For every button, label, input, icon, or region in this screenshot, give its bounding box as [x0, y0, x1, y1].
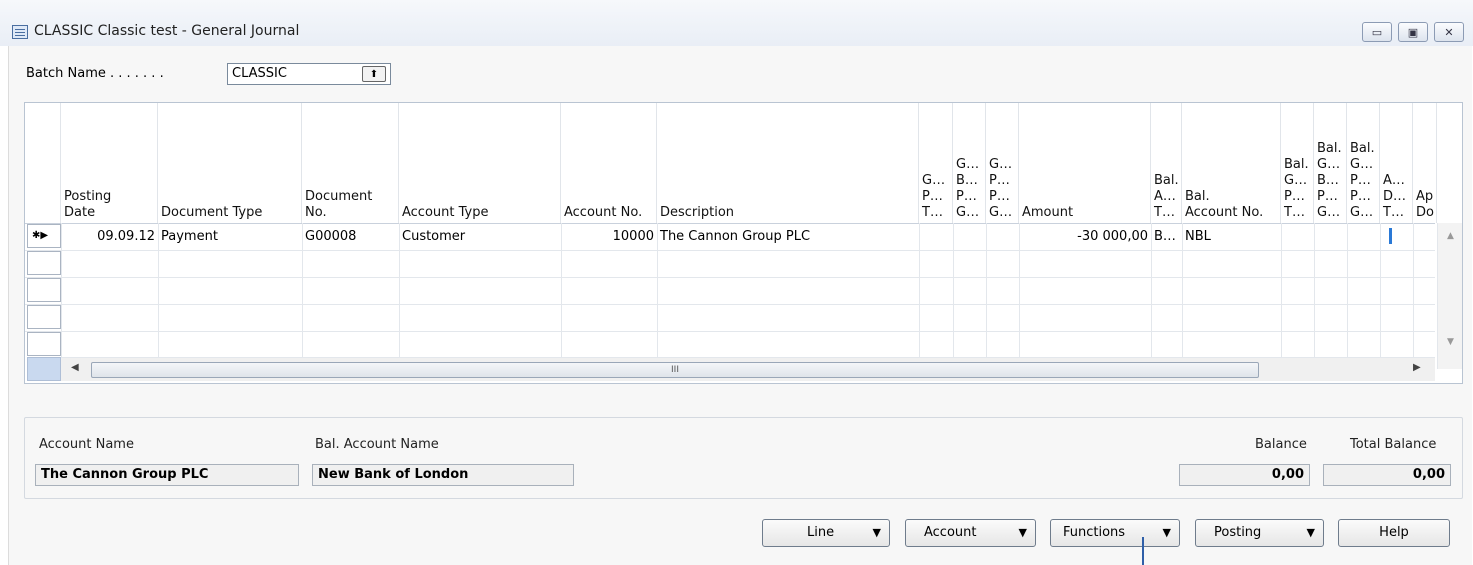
account-name-label: Account Name [39, 437, 134, 452]
window-title: CLASSIC Classic test - General Journal [34, 23, 300, 39]
cell-document-no[interactable]: G00008 [302, 224, 399, 250]
scroll-up-icon[interactable]: ▲ [1447, 231, 1454, 241]
bal-account-name-label: Bal. Account Name [315, 437, 439, 452]
restore-icon: ▣ [1407, 25, 1419, 39]
header-bal-gen-prod-posting-group[interactable]: Bal. G… P… P… G… [1347, 103, 1380, 223]
header-applies-to-doc[interactable]: Ap Do [1413, 103, 1437, 223]
functions-button-label: Functions [1063, 525, 1126, 540]
header-document-type[interactable]: Document Type [158, 103, 302, 223]
mouse-cursor-marker [1142, 537, 1144, 565]
header-amount[interactable]: Amount [1019, 103, 1151, 223]
info-panel: Account Name The Cannon Group PLC Bal. A… [24, 417, 1463, 499]
cell-posting-date[interactable]: 09.09.12 [61, 224, 158, 250]
header-bal-gen-bus-posting-group[interactable]: Bal. G… B… P… G… [1314, 103, 1347, 223]
col-divider [986, 223, 987, 367]
header-bal-account-type[interactable]: Bal. A… T… [1151, 103, 1182, 223]
account-name-field: The Cannon Group PLC [35, 464, 299, 486]
chevron-down-icon: ▼ [1162, 526, 1171, 539]
text-cursor [1389, 228, 1392, 244]
balance-field: 0,00 [1179, 464, 1310, 486]
row-divider [25, 277, 1435, 278]
header-gen-posting-type[interactable]: G… P… T… [919, 103, 953, 223]
row-divider [25, 250, 1435, 251]
header-bal-gen-posting-type[interactable]: Bal. G… P… T… [1281, 103, 1314, 223]
col-divider [1281, 223, 1282, 367]
minimize-icon: ▭ [1371, 25, 1383, 39]
header-applies-to-doc-type[interactable]: A… D… T… [1380, 103, 1413, 223]
horizontal-scrollbar[interactable]: ◀ III ▶ [61, 357, 1435, 381]
chevron-down-icon: ▼ [1306, 526, 1315, 539]
journal-grid: Posting Date Document Type Document No. … [24, 102, 1463, 384]
account-button-label: Account [924, 525, 977, 540]
cell-account-type[interactable]: Customer [399, 224, 561, 250]
header-description[interactable]: Description [657, 103, 919, 223]
batch-name-label: Batch Name . . . . . . . [26, 66, 164, 81]
scroll-down-icon[interactable]: ▼ [1447, 337, 1454, 347]
col-divider [1314, 223, 1315, 367]
col-divider [919, 223, 920, 367]
header-bal-account-no[interactable]: Bal. Account No. [1182, 103, 1281, 223]
cell-bal-account-no[interactable]: NBL [1182, 224, 1281, 250]
vertical-scrollbar[interactable]: ▲ ▼ [1437, 223, 1462, 369]
arrow-up-icon: ⬆ [369, 68, 379, 80]
header-account-type[interactable]: Account Type [399, 103, 561, 223]
batch-lookup-button[interactable]: ⬆ [362, 66, 386, 82]
cell-amount[interactable]: -30 000,00 [1019, 224, 1151, 250]
row-selector[interactable]: ✱▶ [27, 224, 61, 248]
cell-document-type[interactable]: Payment [158, 224, 302, 250]
header-gen-bus-posting-group[interactable]: G… B… P… G… [953, 103, 986, 223]
line-menu-button[interactable]: Line ▼ [762, 519, 890, 547]
general-journal-window: CLASSIC Classic test - General Journal ▭… [0, 0, 1473, 565]
col-divider [1413, 223, 1414, 367]
header-account-no[interactable]: Account No. [561, 103, 657, 223]
scroll-right-icon[interactable]: ▶ [1413, 362, 1421, 373]
cell-bal-account-type[interactable]: B… [1151, 224, 1182, 250]
line-button-label: Line [807, 525, 835, 540]
row-selector[interactable] [27, 305, 61, 329]
header-document-no[interactable]: Document No. [302, 103, 399, 223]
row-selector[interactable] [27, 332, 61, 356]
account-menu-button[interactable]: Account ▼ [905, 519, 1036, 547]
total-balance-field: 0,00 [1323, 464, 1451, 486]
title-bar: CLASSIC Classic test - General Journal ▭… [0, 0, 1473, 46]
row-selector[interactable] [27, 251, 61, 275]
chevron-down-icon: ▼ [1018, 526, 1027, 539]
col-divider [1347, 223, 1348, 367]
restore-button[interactable]: ▣ [1398, 22, 1428, 42]
horizontal-scroll-thumb[interactable]: III [91, 362, 1259, 378]
journal-icon [12, 25, 28, 39]
functions-menu-button[interactable]: Functions ▼ [1050, 519, 1180, 547]
row-divider [25, 304, 1435, 305]
selector-header [25, 103, 61, 223]
scroll-left-icon[interactable]: ◀ [71, 362, 79, 373]
close-icon: ✕ [1444, 25, 1454, 39]
help-button[interactable]: Help [1338, 519, 1450, 547]
header-posting-date[interactable]: Posting Date [61, 103, 158, 223]
row-divider [25, 331, 1435, 332]
posting-button-label: Posting [1214, 525, 1262, 540]
close-button[interactable]: ✕ [1434, 22, 1464, 42]
row-selector[interactable] [27, 278, 61, 302]
posting-menu-button[interactable]: Posting ▼ [1195, 519, 1324, 547]
grid-corner-cell [27, 357, 61, 381]
bal-account-name-field: New Bank of London [312, 464, 574, 486]
chevron-down-icon: ▼ [872, 526, 881, 539]
minimize-button[interactable]: ▭ [1362, 22, 1392, 42]
cell-description[interactable]: The Cannon Group PLC [657, 224, 919, 250]
col-divider [1380, 223, 1381, 367]
header-gen-prod-posting-group[interactable]: G… P… P… G… [986, 103, 1019, 223]
balance-label: Balance [1255, 437, 1307, 452]
cell-account-no[interactable]: 10000 [561, 224, 657, 250]
col-divider [953, 223, 954, 367]
total-balance-label: Total Balance [1350, 437, 1437, 452]
